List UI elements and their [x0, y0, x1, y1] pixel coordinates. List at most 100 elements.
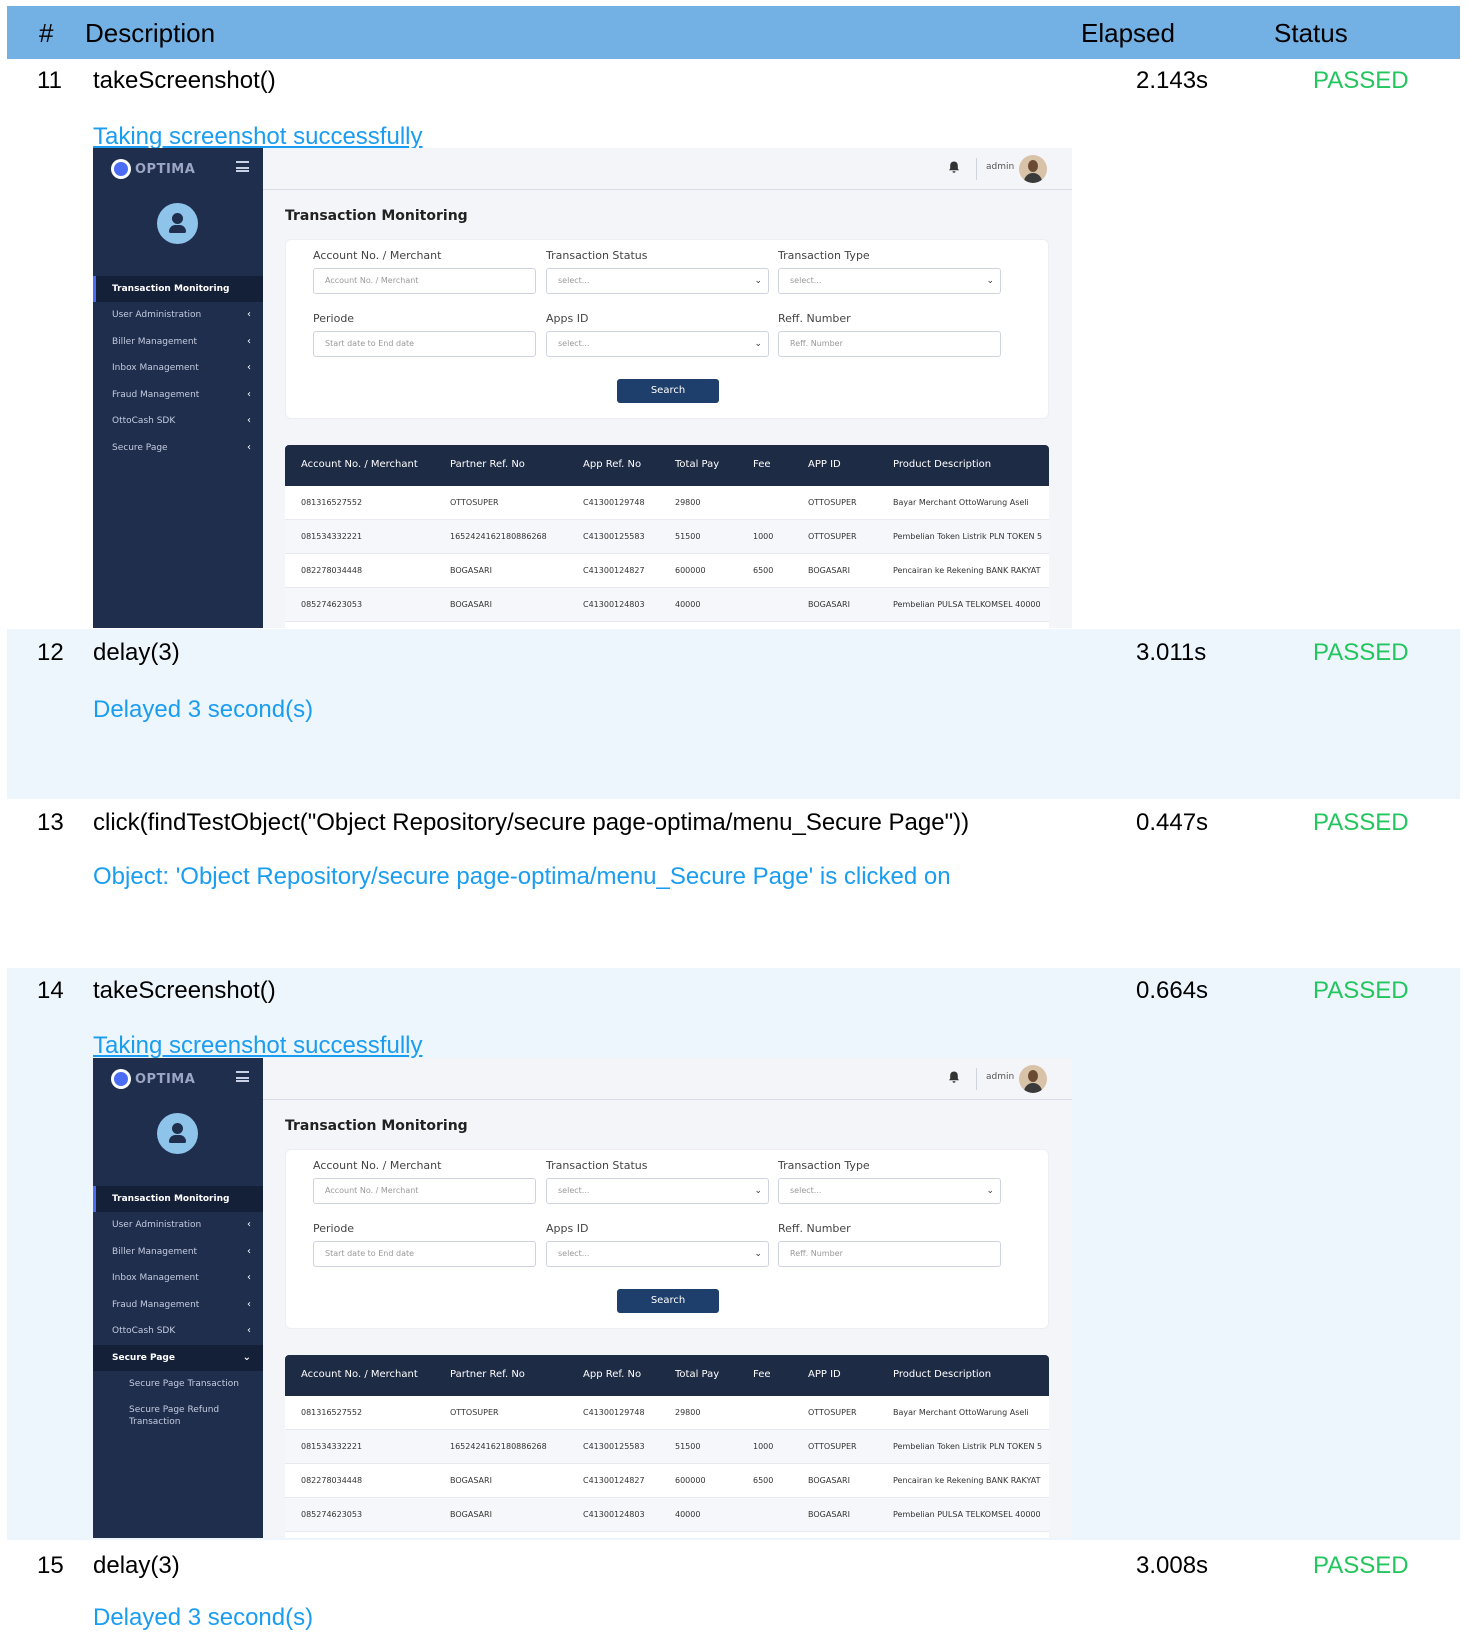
td-total-pay: 40000	[675, 1510, 701, 1519]
menu-inbox-management[interactable]: Inbox Management ‹	[93, 1265, 263, 1291]
reff-input[interactable]: Reff. Number	[778, 331, 1001, 357]
reff-input[interactable]: Reff. Number	[778, 1241, 1001, 1267]
menu-secure-page[interactable]: Secure Page ⌄	[93, 1345, 263, 1371]
table-row[interactable]: 081316527552 OTTOSUPER C41300129748 2980…	[285, 486, 1049, 520]
menu-inbox-management[interactable]: Inbox Management ‹	[93, 355, 263, 381]
page-title: Transaction Monitoring	[285, 208, 468, 224]
th-app-id: APP ID	[808, 459, 841, 470]
admin-avatar[interactable]	[1019, 155, 1047, 183]
th-total-pay: Total Pay	[675, 459, 720, 470]
type-select[interactable]: select... ⌄	[778, 268, 1001, 294]
td-total-pay: 29800	[675, 1408, 701, 1417]
menu-fraud-management[interactable]: Fraud Management ‹	[93, 1292, 263, 1318]
table-row[interactable]: 082278034448 BOGASARI C41300124827 60000…	[285, 1464, 1049, 1498]
admin-avatar[interactable]	[1019, 1065, 1047, 1093]
menu-label: Fraud Management	[112, 390, 200, 400]
transaction-table: Account No. / Merchant Partner Ref. No A…	[285, 445, 1049, 628]
th-fee: Fee	[753, 1369, 771, 1380]
type-select[interactable]: select... ⌄	[778, 1178, 1001, 1204]
periode-label: Periode	[313, 312, 355, 325]
menu-ottocash-sdk[interactable]: OttoCash SDK ‹	[93, 1318, 263, 1344]
td-product-desc: Pembelian Token Listrik PLN TOKEN 5	[893, 1442, 1043, 1451]
td-account: 085274623053	[301, 1510, 363, 1519]
chevron-left-icon: ‹	[247, 415, 251, 426]
menu-label: User Administration	[112, 1220, 202, 1230]
bell-icon[interactable]	[947, 1070, 961, 1084]
table-header: Account No. / Merchant Partner Ref. No A…	[285, 445, 1049, 486]
menu-transaction-monitoring[interactable]: Transaction Monitoring	[93, 1186, 263, 1212]
submenu-secure-page-transaction[interactable]: Secure Page Transaction	[93, 1378, 263, 1390]
step-message-link[interactable]: Taking screenshot successfully	[93, 1032, 422, 1060]
chevron-down-icon: ⌄	[754, 276, 762, 286]
page-title: Transaction Monitoring	[285, 1118, 468, 1134]
account-input[interactable]: Account No. / Merchant	[313, 1178, 536, 1204]
admin-username[interactable]: admin	[986, 162, 1014, 172]
step-number: 12	[37, 639, 64, 666]
apps-select[interactable]: select... ⌄	[546, 331, 769, 357]
reff-label: Reff. Number	[778, 312, 851, 325]
hamburger-icon[interactable]	[236, 1071, 249, 1082]
apps-label: Apps ID	[546, 312, 589, 325]
step-status: PASSED	[1313, 67, 1409, 94]
apps-select[interactable]: select... ⌄	[546, 1241, 769, 1267]
td-fee: 1000	[753, 532, 774, 541]
td-account: 081316527552	[301, 498, 363, 507]
periode-input[interactable]: Start date to End date	[313, 1241, 536, 1267]
logo-icon	[111, 159, 131, 179]
table-row[interactable]: 085274623053 BOGASARI C41300124803 40000…	[285, 1498, 1049, 1532]
td-product-desc: Pembelian PULSA TELKOMSEL 40000	[893, 1510, 1041, 1519]
menu-label: OttoCash SDK	[112, 416, 176, 426]
transaction-table: Account No. / Merchant Partner Ref. No A…	[285, 1355, 1049, 1538]
td-app-ref: C41300124827	[583, 1476, 645, 1485]
screenshot-2: OPTIMA Transaction Monitoring User Admin…	[93, 1058, 1072, 1538]
menu-biller-management[interactable]: Biller Management ‹	[93, 329, 263, 355]
step-description: click(findTestObject("Object Repository/…	[93, 809, 970, 836]
td-total-pay: 51500	[675, 532, 701, 541]
td-total-pay: 51500	[675, 1442, 701, 1451]
chevron-down-icon: ⌄	[242, 1352, 251, 1363]
search-button[interactable]: Search	[617, 379, 719, 403]
menu-ottocash-sdk[interactable]: OttoCash SDK ‹	[93, 408, 263, 434]
table-row[interactable]: 085274623053 BOGASARI C41300124803 40000…	[285, 588, 1049, 622]
td-app-id: OTTOSUPER	[808, 1442, 857, 1451]
th-product-desc: Product Description	[893, 1369, 992, 1380]
table-row[interactable]: 081534332221 1652424162180886268 C413001…	[285, 1430, 1049, 1464]
admin-username[interactable]: admin	[986, 1072, 1014, 1082]
step-elapsed: 3.011s	[1136, 639, 1207, 666]
td-app-ref: C41300129748	[583, 498, 645, 507]
menu-secure-page[interactable]: Secure Page ‹	[93, 435, 263, 461]
td-fee: 1000	[753, 1442, 774, 1451]
menu-biller-management[interactable]: Biller Management ‹	[93, 1239, 263, 1265]
filter-card: Account No. / Merchant Account No. / Mer…	[285, 1149, 1049, 1329]
bell-icon[interactable]	[947, 160, 961, 174]
type-label: Transaction Type	[778, 1159, 870, 1172]
status-value: select...	[558, 276, 590, 285]
chevron-left-icon: ‹	[247, 442, 251, 453]
td-product-desc: Bayar Merchant OttoWarung Aseli	[893, 1408, 1029, 1417]
search-button[interactable]: Search	[617, 1289, 719, 1313]
td-partner-ref: 1652424162180886268	[450, 1442, 547, 1451]
table-row[interactable]: 082278034448 BOGASARI C41300124827 60000…	[285, 554, 1049, 588]
table-row[interactable]: 081534332221 1652424162180886268 C413001…	[285, 520, 1049, 554]
menu-transaction-monitoring[interactable]: Transaction Monitoring	[93, 276, 263, 302]
submenu-secure-page-refund[interactable]: Secure Page Refund Transaction	[93, 1404, 243, 1428]
td-partner-ref: OTTOSUPER	[450, 1408, 499, 1417]
step-elapsed: 3.008s	[1136, 1552, 1209, 1579]
periode-input[interactable]: Start date to End date	[313, 331, 536, 357]
table-row[interactable]: 081316527552 OTTOSUPER C41300129748 2980…	[285, 1396, 1049, 1430]
td-app-ref: C41300129748	[583, 1408, 645, 1417]
hamburger-icon[interactable]	[236, 161, 249, 172]
account-input[interactable]: Account No. / Merchant	[313, 268, 536, 294]
menu-fraud-management[interactable]: Fraud Management ‹	[93, 382, 263, 408]
td-app-id: OTTOSUPER	[808, 532, 857, 541]
menu-user-administration[interactable]: User Administration ‹	[93, 1212, 263, 1238]
menu-user-administration[interactable]: User Administration ‹	[93, 302, 263, 328]
type-value: select...	[790, 276, 822, 285]
td-app-id: BOGASARI	[808, 600, 850, 609]
status-select[interactable]: select... ⌄	[546, 268, 769, 294]
step-message-link[interactable]: Taking screenshot successfully	[93, 123, 422, 151]
td-account: 081316527552	[301, 1408, 363, 1417]
status-select[interactable]: select... ⌄	[546, 1178, 769, 1204]
td-account: 081534332221	[301, 532, 363, 541]
chevron-down-icon: ⌄	[986, 1186, 994, 1196]
